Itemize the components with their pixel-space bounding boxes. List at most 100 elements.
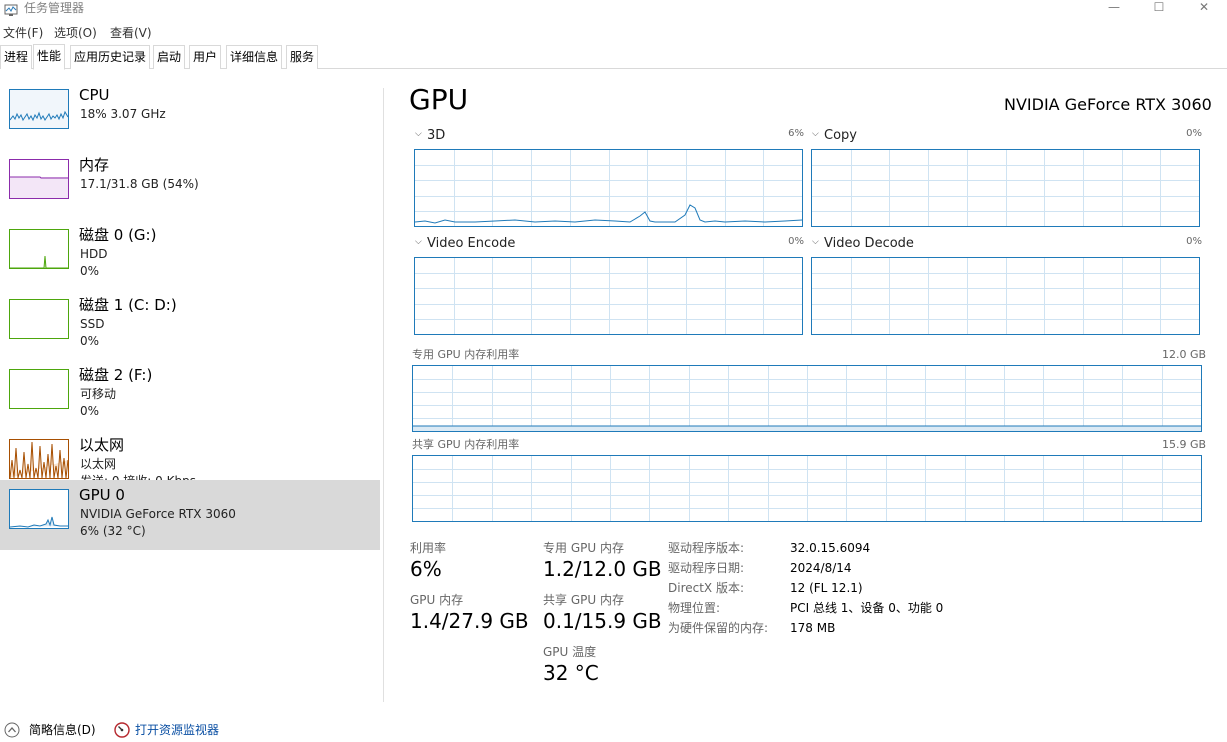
driver-version-value: 32.0.15.6094 bbox=[790, 541, 871, 555]
engine-video-decode-label[interactable]: Video Decode bbox=[824, 236, 914, 251]
disk-1-type: SSD bbox=[80, 317, 105, 331]
collapse-up-icon[interactable] bbox=[4, 722, 20, 742]
cpu-graph-icon bbox=[9, 89, 69, 129]
tab-services[interactable]: 服务 bbox=[286, 45, 319, 69]
chevron-down-icon[interactable]: ⌵ bbox=[812, 129, 819, 139]
sidebar-item-disk-1[interactable]: 磁盘 1 (C: D:) SSD 0% bbox=[0, 290, 380, 360]
network-graph-icon bbox=[9, 439, 69, 479]
disk-2-type: 可移动 bbox=[80, 387, 117, 401]
gpu-temperature-value: 32 °C bbox=[543, 661, 599, 685]
dedicated-mem-graph bbox=[412, 365, 1202, 432]
disk-1-usage: 0% bbox=[80, 334, 100, 348]
graph-grid bbox=[413, 366, 1201, 431]
sidebar-item-disk-0[interactable]: 磁盘 0 (G:) HDD 0% bbox=[0, 220, 380, 290]
ethernet-title: 以太网 bbox=[79, 436, 125, 454]
shared-memory-label: 共享 GPU 内存 bbox=[543, 593, 624, 607]
directx-version-value: 12 (FL 12.1) bbox=[790, 581, 863, 595]
sidebar-item-gpu-0[interactable]: GPU 0 NVIDIA GeForce RTX 3060 6% (32 °C) bbox=[0, 480, 380, 550]
tab-performance[interactable]: 性能 bbox=[33, 44, 66, 70]
engine-copy-graph bbox=[811, 149, 1200, 227]
close-button[interactable]: ✕ bbox=[1181, 0, 1227, 16]
graph-grid bbox=[415, 258, 802, 334]
sidebar-item-memory[interactable]: 内存 17.1/31.8 GB (54%) bbox=[0, 150, 380, 220]
sidebar-item-disk-2[interactable]: 磁盘 2 (F:) 可移动 0% bbox=[0, 360, 380, 430]
physical-location-value: PCI 总线 1、设备 0、功能 0 bbox=[790, 601, 944, 615]
shared-memory-value: 0.1/15.9 GB bbox=[543, 609, 662, 633]
dedicated-memory-label: 专用 GPU 内存 bbox=[543, 541, 624, 555]
tab-bar: 进程 性能 应用历史记录 启动 用户 详细信息 服务 bbox=[0, 44, 1227, 70]
gpu-memory-label: GPU 内存 bbox=[410, 593, 464, 607]
engine-video-encode-label[interactable]: Video Encode bbox=[427, 236, 515, 251]
graph-grid bbox=[413, 456, 1201, 521]
tab-app-history[interactable]: 应用历史记录 bbox=[70, 45, 151, 69]
disk-2-title: 磁盘 2 (F:) bbox=[79, 366, 153, 384]
engine-video-encode-graph bbox=[414, 257, 803, 335]
driver-version-label: 驱动程序版本: bbox=[668, 541, 745, 555]
gpu-temperature-label: GPU 温度 bbox=[543, 645, 597, 659]
driver-date-label: 驱动程序日期: bbox=[668, 561, 745, 575]
menu-file[interactable]: 文件(F) bbox=[3, 24, 43, 41]
ethernet-name: 以太网 bbox=[80, 457, 117, 471]
driver-date-value: 2024/8/14 bbox=[790, 561, 852, 575]
engine-copy-pct: 0% bbox=[1186, 128, 1202, 139]
engine-video-encode-pct: 0% bbox=[788, 236, 804, 247]
engine-3d-pct: 6% bbox=[788, 128, 804, 139]
menu-view[interactable]: 查看(V) bbox=[110, 24, 152, 41]
utilization-value: 6% bbox=[410, 557, 442, 581]
shared-mem-max: 15.9 GB bbox=[1162, 438, 1207, 451]
engine-video-decode-graph bbox=[811, 257, 1200, 335]
tab-users[interactable]: 用户 bbox=[189, 45, 222, 69]
sidebar-item-cpu[interactable]: CPU 18% 3.07 GHz bbox=[0, 80, 380, 150]
window-title: 任务管理器 bbox=[24, 1, 85, 15]
utilization-label: 利用率 bbox=[410, 541, 447, 555]
task-manager-icon bbox=[4, 2, 18, 16]
panel-divider bbox=[383, 88, 384, 702]
resource-sidebar: CPU 18% 3.07 GHz 内存 17.1/31.8 GB (54%) 磁… bbox=[0, 80, 381, 550]
shared-mem-label: 共享 GPU 内存利用率 bbox=[412, 438, 520, 451]
menu-options[interactable]: 选项(O) bbox=[54, 24, 97, 41]
disk-2-usage: 0% bbox=[80, 404, 100, 418]
gpu-0-usage: 6% (32 °C) bbox=[80, 524, 146, 538]
tab-processes[interactable]: 进程 bbox=[0, 45, 33, 69]
fewer-details-button[interactable]: 简略信息(D) bbox=[29, 722, 96, 738]
gpu-0-title: GPU 0 bbox=[79, 486, 125, 504]
disk-graph-icon bbox=[9, 229, 69, 269]
chevron-down-icon[interactable]: ⌵ bbox=[812, 237, 819, 247]
page-title: GPU bbox=[409, 83, 469, 116]
dedicated-memory-value: 1.2/12.0 GB bbox=[543, 557, 662, 581]
disk-1-title: 磁盘 1 (C: D:) bbox=[79, 296, 177, 314]
engine-copy-label[interactable]: Copy bbox=[824, 128, 857, 143]
minimize-button[interactable]: — bbox=[1091, 0, 1137, 16]
gpu-graph-icon bbox=[9, 489, 69, 529]
disk-0-title: 磁盘 0 (G:) bbox=[79, 226, 157, 244]
cpu-usage: 18% 3.07 GHz bbox=[80, 107, 166, 121]
reserved-memory-label: 为硬件保留的内存: bbox=[668, 621, 769, 635]
memory-title: 内存 bbox=[79, 156, 110, 174]
engine-video-decode-pct: 0% bbox=[1186, 236, 1202, 247]
disk-0-type: HDD bbox=[80, 247, 108, 261]
maximize-button[interactable]: ☐ bbox=[1136, 0, 1182, 16]
resource-monitor-icon bbox=[114, 722, 130, 742]
dedicated-mem-max: 12.0 GB bbox=[1162, 348, 1207, 361]
physical-location-label: 物理位置: bbox=[668, 601, 721, 615]
gpu-model-name: NVIDIA GeForce RTX 3060 bbox=[1004, 95, 1212, 114]
shared-mem-graph bbox=[412, 455, 1202, 522]
cpu-title: CPU bbox=[79, 86, 110, 104]
engine-3d-label[interactable]: 3D bbox=[427, 128, 445, 143]
gpu-0-model: NVIDIA GeForce RTX 3060 bbox=[80, 507, 236, 521]
tab-details[interactable]: 详细信息 bbox=[226, 45, 283, 69]
engine-3d-graph bbox=[414, 149, 803, 227]
dedicated-mem-label: 专用 GPU 内存利用率 bbox=[412, 348, 520, 361]
reserved-memory-value: 178 MB bbox=[790, 621, 836, 635]
tab-startup[interactable]: 启动 bbox=[153, 45, 186, 69]
graph-grid bbox=[812, 258, 1199, 334]
chevron-down-icon[interactable]: ⌵ bbox=[415, 129, 422, 139]
chevron-down-icon[interactable]: ⌵ bbox=[415, 237, 422, 247]
graph-grid bbox=[415, 150, 802, 226]
open-resource-monitor-link[interactable]: 打开资源监视器 bbox=[135, 722, 219, 738]
graph-grid bbox=[812, 150, 1199, 226]
memory-graph-icon bbox=[9, 159, 69, 199]
title-bar: 任务管理器 — ☐ ✕ bbox=[0, 0, 1227, 20]
directx-version-label: DirectX 版本: bbox=[668, 581, 745, 595]
disk-graph-icon bbox=[9, 369, 69, 409]
